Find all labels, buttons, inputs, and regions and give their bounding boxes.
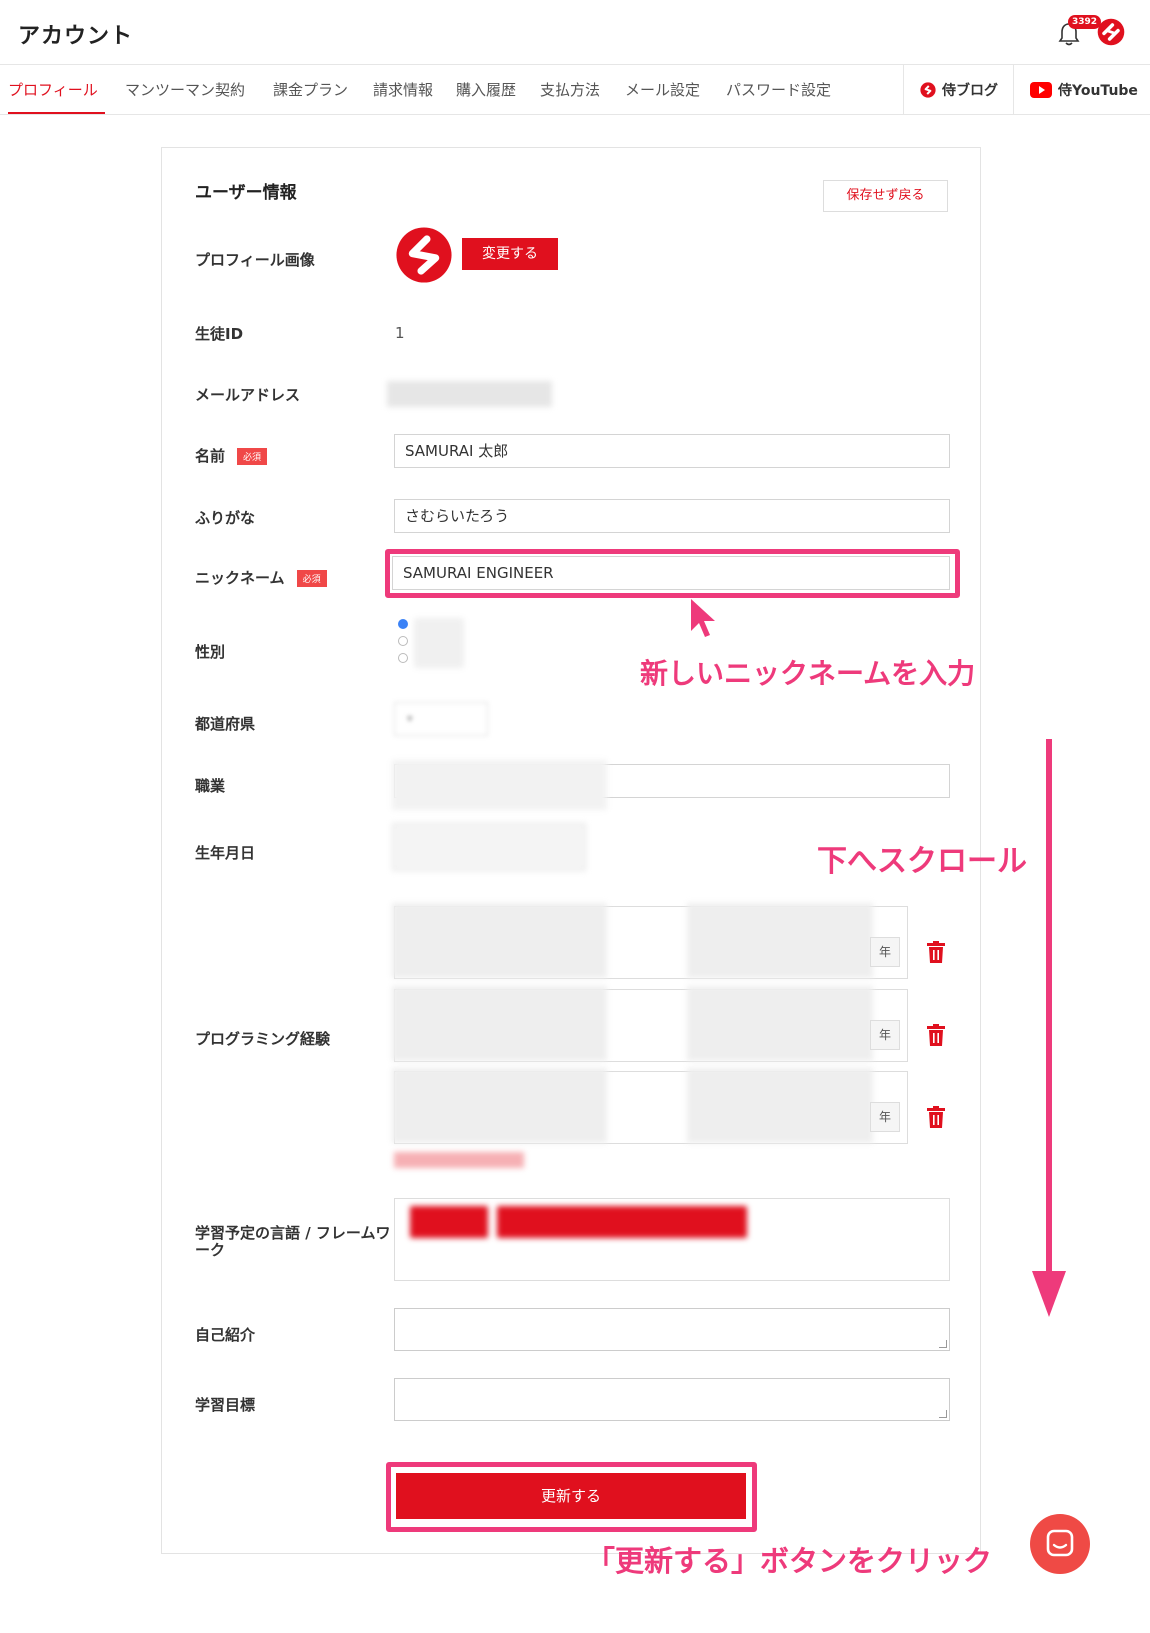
furigana-input[interactable]: さむらいたろう xyxy=(394,499,950,533)
occupation-label: 職業 xyxy=(195,777,226,795)
birthdate-input-blurred[interactable] xyxy=(392,823,586,871)
gender-label: 性別 xyxy=(195,643,226,661)
samurai-blog-label: 侍ブログ xyxy=(942,82,998,99)
tab-invoice-info[interactable]: 請求情報 xyxy=(373,79,433,100)
nickname-label-text: ニックネーム xyxy=(195,569,285,587)
chat-icon xyxy=(1046,1529,1074,1557)
programming-experience-label: プログラミング経験 xyxy=(195,1030,331,1048)
languages-label: 学習予定の言語 / フレームワーク xyxy=(195,1224,391,1259)
profile-avatar-icon xyxy=(396,227,452,283)
furigana-label: ふりがな xyxy=(195,509,256,527)
email-value-blurred xyxy=(387,381,552,407)
samurai-youtube-label: 侍YouTube xyxy=(1058,82,1138,99)
experience-years-blurred[interactable] xyxy=(687,986,873,1061)
back-without-saving-button[interactable]: 保存せず戻る xyxy=(823,180,948,212)
tab-profile[interactable]: プロフィール xyxy=(8,79,98,100)
samurai-youtube-link[interactable]: 侍YouTube xyxy=(1013,65,1150,114)
tab-purchase-history[interactable]: 購入履歴 xyxy=(456,79,516,100)
nickname-label: ニックネーム 必須 xyxy=(195,567,327,588)
tab-password-settings[interactable]: パスワード設定 xyxy=(726,79,831,100)
tab-mail-settings[interactable]: メール設定 xyxy=(625,79,700,100)
prefecture-select[interactable]: ▾ xyxy=(394,702,488,736)
student-id-value: 1 xyxy=(395,324,405,342)
samurai-logo-icon[interactable] xyxy=(1097,18,1125,46)
trash-icon[interactable] xyxy=(927,941,945,963)
gender-radio[interactable] xyxy=(398,653,408,663)
scroll-annotation: 下へスクロール xyxy=(817,844,1027,879)
gender-options-blurred xyxy=(414,618,464,668)
experience-language-blurred[interactable] xyxy=(392,903,607,978)
student-id-label: 生徒ID xyxy=(195,325,244,343)
gender-radio[interactable] xyxy=(398,636,408,646)
prefecture-label: 都道府県 xyxy=(195,715,256,733)
nickname-highlight xyxy=(385,549,960,598)
chat-widget-button[interactable] xyxy=(1030,1514,1090,1574)
nickname-annotation: 新しいニックネームを入力 xyxy=(640,657,976,690)
add-experience-link-blurred[interactable] xyxy=(394,1152,524,1168)
top-bar: アカウント 3392 xyxy=(0,0,1150,64)
update-annotation: 「更新する」ボタンをクリック xyxy=(586,1544,993,1578)
trash-icon[interactable] xyxy=(927,1106,945,1128)
learning-goal-textarea[interactable] xyxy=(394,1378,950,1421)
section-title: ユーザー情報 xyxy=(195,183,297,203)
name-input[interactable]: SAMURAI 太郎 xyxy=(394,434,950,468)
year-unit: 年 xyxy=(870,1020,900,1050)
tab-billing-plan[interactable]: 課金プラン xyxy=(273,79,348,100)
page-title: アカウント xyxy=(18,24,134,49)
required-badge: 必須 xyxy=(237,448,268,465)
samurai-blog-icon xyxy=(920,81,936,98)
occupation-value-blurred xyxy=(392,760,607,810)
experience-years-blurred[interactable] xyxy=(687,903,873,978)
update-button-highlight xyxy=(386,1462,757,1532)
change-profile-image-button[interactable]: 変更する xyxy=(462,238,558,270)
account-nav: プロフィール マンツーマン契約 課金プラン 請求情報 購入履歴 支払方法 メール… xyxy=(0,64,1150,115)
resize-handle[interactable] xyxy=(939,1410,947,1418)
active-tab-indicator xyxy=(8,112,105,114)
gender-radio-group xyxy=(398,619,408,670)
profile-image-label: プロフィール画像 xyxy=(195,251,315,269)
gender-radio[interactable] xyxy=(398,619,408,629)
cursor-icon xyxy=(691,599,715,637)
experience-language-blurred[interactable] xyxy=(392,1068,607,1143)
resize-handle[interactable] xyxy=(939,1340,947,1348)
tab-payment-method[interactable]: 支払方法 xyxy=(540,79,600,100)
language-tag-blurred[interactable] xyxy=(497,1206,747,1238)
youtube-icon xyxy=(1030,81,1052,98)
trash-icon[interactable] xyxy=(927,1024,945,1046)
name-label-text: 名前 xyxy=(195,447,226,465)
experience-language-blurred[interactable] xyxy=(392,986,607,1061)
year-unit: 年 xyxy=(870,1102,900,1132)
self-intro-label: 自己紹介 xyxy=(195,1326,256,1344)
experience-years-blurred[interactable] xyxy=(687,1068,873,1143)
year-unit: 年 xyxy=(870,937,900,967)
birthdate-label: 生年月日 xyxy=(195,844,256,862)
scroll-down-arrow-icon xyxy=(1032,739,1066,1317)
language-tag-blurred[interactable] xyxy=(410,1206,488,1238)
email-label: メールアドレス xyxy=(195,386,301,404)
self-intro-textarea[interactable] xyxy=(394,1308,950,1351)
tab-mentor-contract[interactable]: マンツーマン契約 xyxy=(125,79,245,100)
samurai-blog-link[interactable]: 侍ブログ xyxy=(903,65,1013,114)
required-badge: 必須 xyxy=(296,570,327,587)
learning-goal-label: 学習目標 xyxy=(195,1396,256,1414)
name-label: 名前 必須 xyxy=(195,445,268,466)
